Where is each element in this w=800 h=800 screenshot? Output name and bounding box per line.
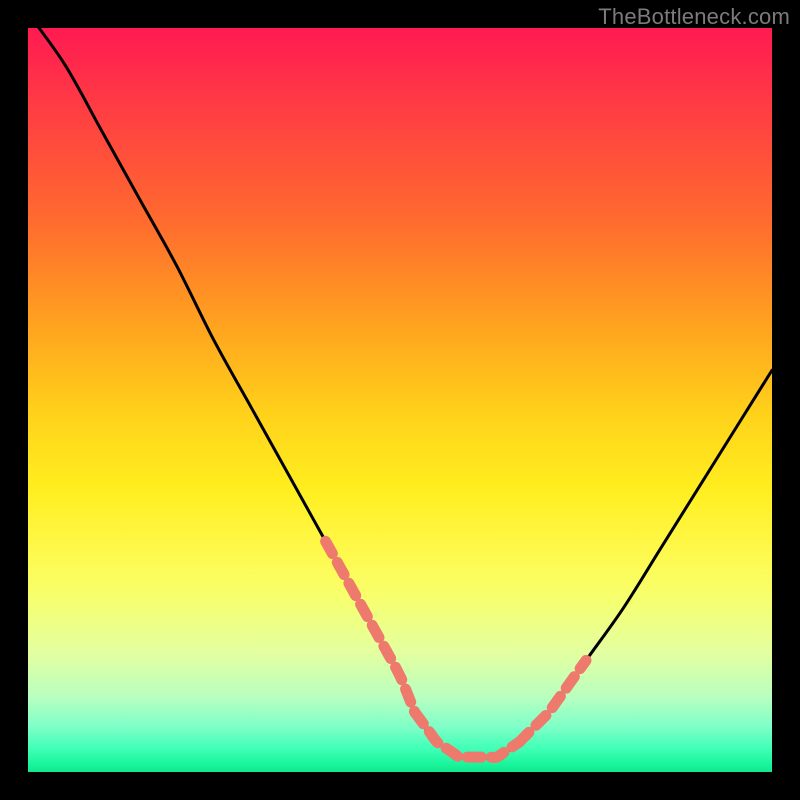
highlight-group	[326, 541, 586, 757]
highlight-segment	[519, 660, 586, 742]
chart-frame: TheBottleneck.com	[0, 0, 800, 800]
watermark-label: TheBottleneck.com	[598, 4, 790, 30]
plot-area	[28, 28, 772, 772]
highlight-segment	[415, 712, 519, 757]
curve-svg	[28, 28, 772, 772]
bottleneck-line	[28, 13, 772, 758]
highlight-segment	[326, 541, 415, 712]
